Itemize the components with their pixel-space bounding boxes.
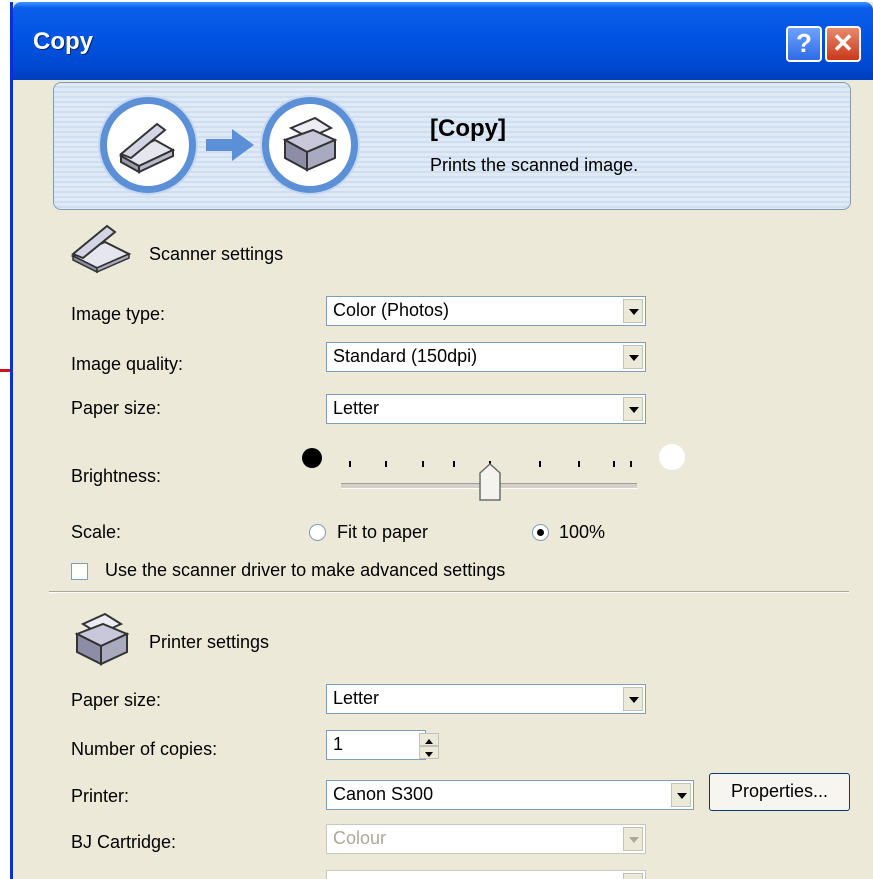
printer-icon	[282, 116, 338, 172]
help-button[interactable]: ?	[786, 26, 822, 62]
close-icon: ✕	[832, 28, 854, 58]
slider-tick	[613, 461, 615, 467]
image-type-label: Image type:	[71, 304, 166, 324]
scanner-circle	[100, 97, 196, 193]
printer-select[interactable]: Canon S300	[326, 780, 694, 810]
slider-tick	[422, 461, 424, 467]
slider-tick	[385, 461, 387, 467]
image-type-value: Color (Photos)	[333, 300, 450, 320]
chevron-down-icon[interactable]	[623, 827, 643, 851]
slider-tick	[349, 461, 351, 467]
scanner-paper-size-value: Letter	[333, 398, 380, 418]
printer-circle	[262, 97, 358, 193]
fit-to-paper-radio[interactable]	[309, 524, 326, 541]
advanced-settings-checkbox[interactable]	[71, 563, 88, 580]
close-button[interactable]: ✕	[825, 26, 861, 62]
image-quality-value: Standard (150dpi)	[333, 346, 478, 366]
copies-input[interactable]: 1	[326, 730, 439, 760]
chevron-down-icon[interactable]	[623, 345, 643, 369]
increment-button[interactable]	[419, 733, 439, 746]
printer-paper-size-value: Letter	[333, 688, 380, 708]
fit-to-paper-label[interactable]: Fit to paper	[337, 522, 428, 543]
arrow-down-icon	[425, 752, 433, 757]
dark-brightness-icon	[302, 448, 322, 468]
properties-button[interactable]: Properties...	[709, 773, 850, 811]
chevron-down-icon[interactable]	[623, 873, 643, 879]
title-bar: Copy ? ✕	[13, 2, 873, 80]
slider-tick	[453, 461, 455, 467]
cartridge-label: BJ Cartridge:	[71, 832, 177, 852]
cartridge-value: Colour	[333, 828, 387, 848]
chevron-down-icon[interactable]	[623, 397, 643, 421]
partial-select[interactable]	[326, 870, 646, 879]
slider-tick	[630, 461, 632, 467]
banner-description: Prints the scanned image.	[430, 155, 639, 175]
printer-settings-icon	[74, 612, 130, 666]
arrow-right-icon	[206, 129, 254, 161]
scanner-icon	[118, 122, 176, 174]
light-brightness-icon	[659, 444, 685, 470]
advanced-settings-label[interactable]: Use the scanner driver to make advanced …	[105, 560, 505, 581]
printer-settings-heading: Printer settings	[149, 632, 270, 652]
slider-tick	[539, 461, 541, 467]
copies-label: Number of copies:	[71, 739, 218, 759]
copies-value: 1	[333, 734, 344, 754]
scale-label: Scale:	[71, 522, 122, 542]
image-quality-select[interactable]: Standard (150dpi)	[326, 342, 646, 372]
scale-100-label[interactable]: 100%	[559, 522, 605, 543]
scanner-paper-size-select[interactable]: Letter	[326, 394, 646, 424]
section-divider	[49, 591, 849, 593]
printer-paper-size-label: Paper size:	[71, 690, 162, 710]
help-icon: ?	[796, 28, 812, 58]
cartridge-select[interactable]: Colour	[326, 824, 646, 854]
printer-label: Printer:	[71, 786, 130, 806]
chevron-down-icon[interactable]	[623, 299, 643, 323]
brightness-label: Brightness:	[71, 466, 162, 486]
printer-paper-size-select[interactable]: Letter	[326, 684, 646, 714]
window-title: Copy	[33, 28, 93, 55]
slider-tick	[578, 461, 580, 467]
printer-value: Canon S300	[333, 784, 434, 804]
header-banner: [Copy] Prints the scanned image.	[53, 82, 851, 210]
chevron-down-icon[interactable]	[671, 783, 691, 807]
copy-dialog: Copy ? ✕ [Copy] Prints the scanned image…	[10, 2, 873, 879]
scanner-settings-heading: Scanner settings	[149, 244, 284, 264]
image-type-select[interactable]: Color (Photos)	[326, 296, 646, 326]
scanner-paper-size-label: Paper size:	[71, 398, 162, 418]
chevron-down-icon[interactable]	[623, 687, 643, 711]
scale-100-radio[interactable]	[532, 524, 549, 541]
banner-title: [Copy]	[430, 115, 506, 142]
decrement-button[interactable]	[419, 746, 439, 759]
scanner-settings-icon	[70, 224, 132, 274]
image-quality-label: Image quality:	[71, 354, 184, 374]
brightness-slider-thumb[interactable]	[479, 463, 501, 501]
